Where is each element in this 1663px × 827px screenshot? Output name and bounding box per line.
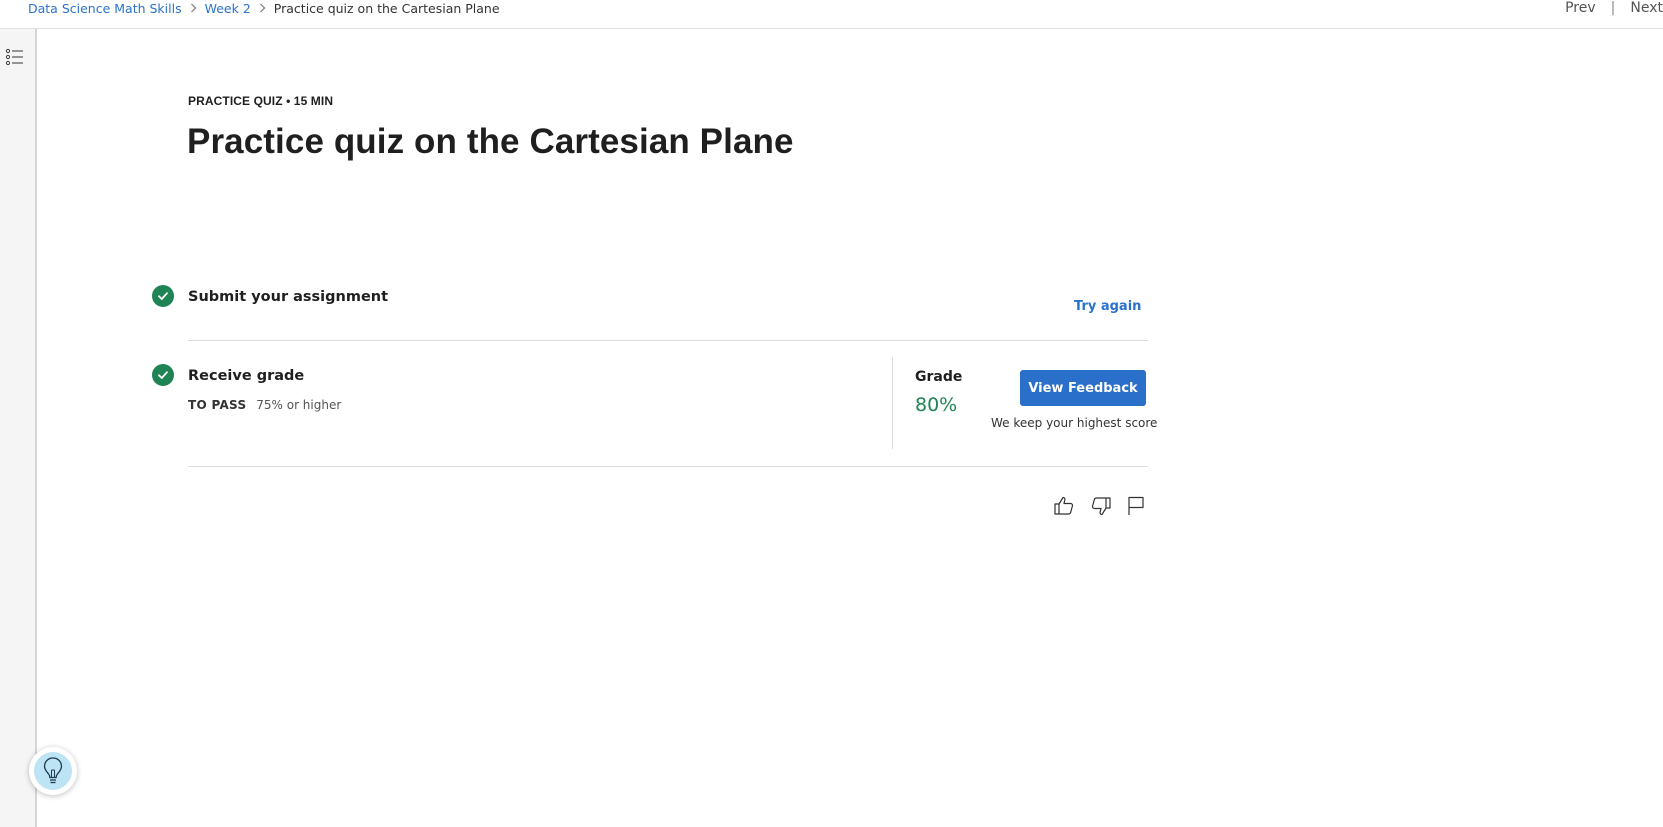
grade-label: Grade — [915, 369, 963, 385]
receive-grade-title: Receive grade — [188, 368, 305, 384]
breadcrumb-week-link[interactable]: Week 2 — [205, 1, 251, 16]
breadcrumb-course-link[interactable]: Data Science Math Skills — [28, 1, 182, 16]
submit-step-title: Submit your assignment — [188, 289, 389, 305]
passing-requirement: TO PASS 75% or higher — [188, 398, 341, 412]
page-title: Practice quiz on the Cartesian Plane — [187, 122, 794, 161]
lightbulb-icon — [34, 752, 72, 790]
check-circle-icon — [152, 285, 174, 307]
prev-link[interactable]: Prev — [1565, 0, 1596, 16]
list-icon[interactable] — [5, 47, 25, 67]
chevron-right-icon — [259, 3, 266, 13]
grade-value: 80% — [915, 394, 958, 416]
highest-score-note: We keep your highest score — [991, 416, 1158, 430]
breadcrumb: Data Science Math Skills Week 2 Practice… — [28, 0, 500, 16]
divider — [188, 340, 1148, 341]
nav-divider: | — [1610, 0, 1616, 16]
left-rail — [0, 29, 37, 827]
thumbs-down-icon[interactable] — [1089, 494, 1113, 518]
item-navigation: Prev | Next — [1565, 0, 1663, 16]
to-pass-label: TO PASS — [188, 398, 247, 412]
try-again-link[interactable]: Try again — [1074, 299, 1141, 314]
thumbs-up-icon[interactable] — [1052, 494, 1076, 518]
vertical-divider — [892, 357, 893, 449]
breadcrumb-current: Practice quiz on the Cartesian Plane — [273, 0, 500, 16]
next-link[interactable]: Next — [1630, 0, 1663, 16]
divider — [188, 466, 1148, 467]
view-feedback-button[interactable]: View Feedback — [1020, 370, 1146, 406]
to-pass-value: 75% or higher — [256, 398, 342, 412]
help-button[interactable] — [29, 747, 77, 795]
flag-icon[interactable] — [1124, 494, 1148, 518]
top-bar: Data Science Math Skills Week 2 Practice… — [0, 0, 1663, 29]
chevron-right-icon — [190, 3, 197, 13]
check-circle-icon — [152, 364, 174, 386]
quiz-kicker: PRACTICE QUIZ • 15 MIN — [188, 94, 334, 108]
